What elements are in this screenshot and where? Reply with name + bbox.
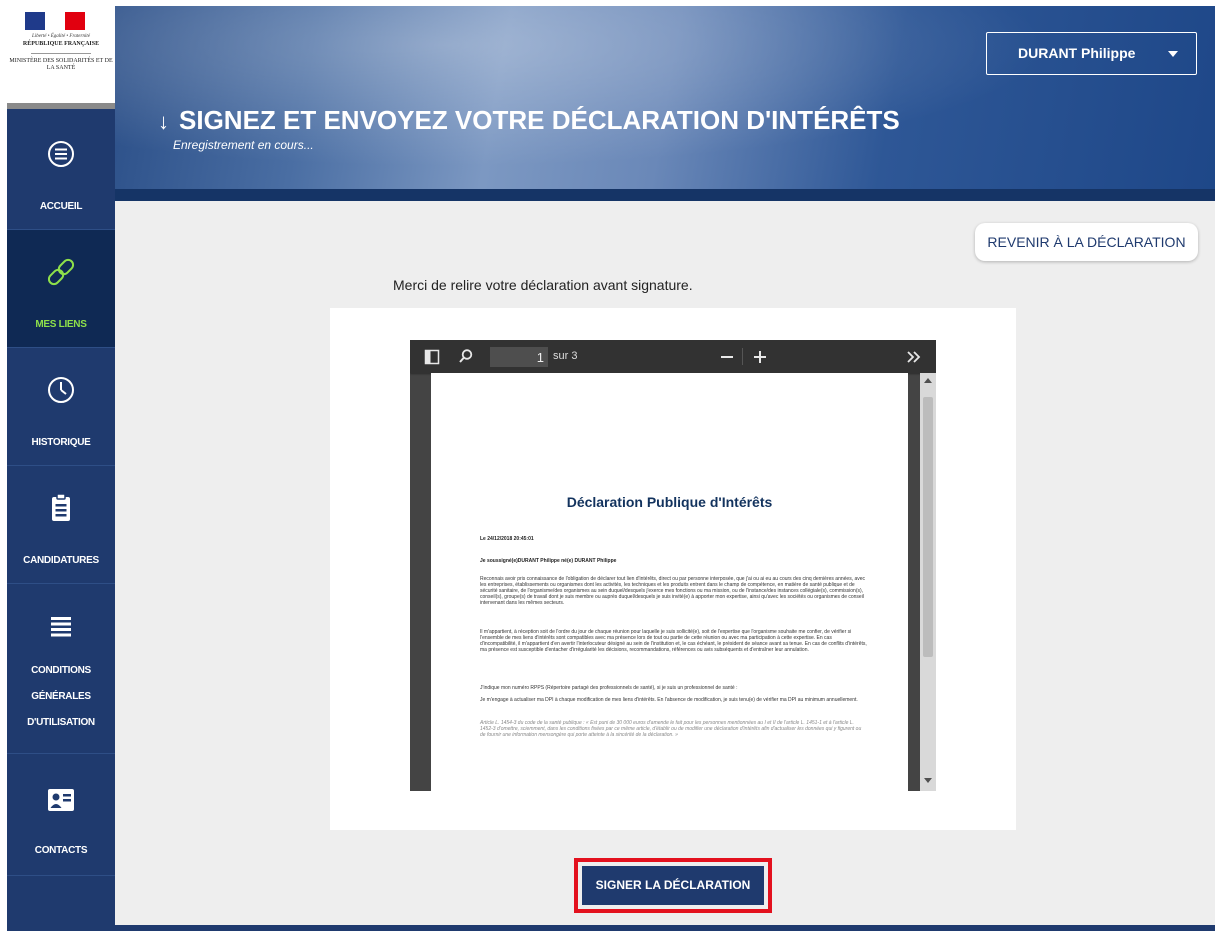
app-window: Liberté • Égalité • Fraternité RÉPUBLIQU… — [0, 0, 1215, 931]
sign-declaration-button[interactable]: SIGNER LA DÉCLARATION — [582, 866, 764, 905]
sidebar-item-label-line-2: GÉNÉRALES — [31, 691, 91, 702]
sidebar-item-contacts[interactable]: CONTACTS — [7, 754, 115, 876]
document-date: Le 24/12/2018 20:45:01 — [480, 536, 534, 542]
sidebar-item-candidatures[interactable]: CANDIDATURES — [7, 466, 115, 584]
pdf-panel: sur 3 Déclaration Publique d'Intérêts — [330, 308, 1016, 830]
sidebar-item-historique[interactable]: HISTORIQUE — [7, 348, 115, 466]
zoom-in-icon[interactable] — [753, 350, 767, 364]
document-article: Article L. 1454-3 du code de la santé pu… — [480, 720, 862, 738]
pdf-page: Déclaration Publique d'Intérêts Le 24/12… — [431, 373, 908, 791]
page-header: ↓ SIGNEZ ET ENVOYEZ VOTRE DÉCLARATION D'I… — [115, 6, 1215, 201]
document-rpps: J'indique mon numéro RPPS (Répertoire pa… — [480, 685, 738, 691]
sidebar-item-cgu[interactable]: CONDITIONS GÉNÉRALES D'UTILISATION — [7, 584, 115, 754]
page-title: ↓ SIGNEZ ET ENVOYEZ VOTRE DÉCLARATION D'I… — [158, 105, 900, 136]
scrollbar-thumb[interactable] — [923, 397, 933, 657]
sidebar-item-accueil[interactable]: ACCUEIL — [7, 110, 115, 230]
pdf-toolbar: sur 3 — [410, 340, 936, 373]
toolbar-divider — [742, 348, 743, 365]
sidebar-item-label: HISTORIQUE — [31, 437, 91, 448]
document-paragraph-2: Il m'appartient, à réception soit de l'o… — [480, 629, 867, 653]
scroll-down-icon[interactable] — [924, 778, 932, 783]
logo-ministry: MINISTÈRE DES SOLIDARITÉS ET DE LA SANTÉ — [9, 58, 113, 71]
document-title: Déclaration Publique d'Intérêts — [566, 494, 773, 510]
logo-republic: RÉPUBLIQUE FRANÇAISE — [22, 41, 100, 47]
search-icon[interactable] — [458, 348, 474, 364]
page-count: sur 3 — [553, 350, 578, 362]
link-icon — [47, 258, 75, 286]
marianne-flag-icon — [25, 12, 87, 30]
page-title-text: SIGNEZ ET ENVOYEZ VOTRE DÉCLARATION D'IN… — [179, 105, 900, 135]
page-number-input[interactable] — [490, 347, 548, 367]
sidebar-item-label-line-1: CONDITIONS — [31, 665, 91, 676]
pdf-scrollbar[interactable] — [920, 373, 936, 791]
clock-icon — [48, 377, 74, 403]
sidebar-toggle-icon[interactable] — [424, 349, 440, 365]
clipboard-icon — [52, 493, 70, 521]
zoom-out-icon[interactable] — [720, 350, 734, 364]
caret-down-icon — [1168, 51, 1178, 57]
contact-card-icon — [48, 789, 74, 811]
menu-lines-icon — [51, 617, 71, 637]
sidebar-item-label: CONTACTS — [34, 845, 88, 856]
sidebar-item-label-line-3: D'UTILISATION — [27, 717, 95, 728]
arrow-down-icon: ↓ — [158, 109, 169, 134]
more-tools-icon[interactable] — [906, 350, 922, 364]
scroll-up-icon[interactable] — [924, 378, 932, 383]
document-paragraph-1: Reconnais avoir pris connaissance de l'o… — [480, 576, 866, 606]
sign-button-highlight: SIGNER LA DÉCLARATION — [574, 858, 772, 913]
republique-francaise-logo: Liberté • Égalité • Fraternité RÉPUBLIQU… — [7, 6, 115, 109]
pdf-viewer[interactable]: sur 3 Déclaration Publique d'Intérêts — [410, 340, 936, 791]
sidebar: Liberté • Égalité • Fraternité RÉPUBLIQU… — [7, 6, 115, 931]
user-name: DURANT Philippe — [1018, 45, 1136, 61]
footer-bar — [115, 925, 1215, 931]
review-instruction: Merci de relire votre déclaration avant … — [393, 277, 693, 293]
user-menu-dropdown[interactable]: DURANT Philippe — [986, 32, 1197, 75]
header-bottom-bar — [115, 189, 1215, 201]
sidebar-item-label: MES LIENS — [35, 319, 87, 330]
main-content: REVENIR À LA DÉCLARATION Merci de relire… — [115, 201, 1215, 925]
document-signatory: Je soussigné(e)DURANT Philippe né(e) DUR… — [480, 558, 617, 564]
list-circle-icon — [48, 141, 74, 167]
sidebar-item-mes-liens[interactable]: MES LIENS — [7, 230, 115, 348]
back-to-declaration-button[interactable]: REVENIR À LA DÉCLARATION — [975, 223, 1198, 261]
sidebar-item-label: ACCUEIL — [39, 201, 83, 212]
document-paragraph-3: Je m'engage à actualiser ma DPI à chaque… — [480, 697, 858, 703]
sidebar-item-label: CANDIDATURES — [23, 555, 99, 566]
logo-motto: Liberté • Égalité • Fraternité — [32, 34, 90, 39]
page-subtitle: Enregistrement en cours... — [173, 138, 314, 152]
logo-divider — [31, 53, 91, 54]
